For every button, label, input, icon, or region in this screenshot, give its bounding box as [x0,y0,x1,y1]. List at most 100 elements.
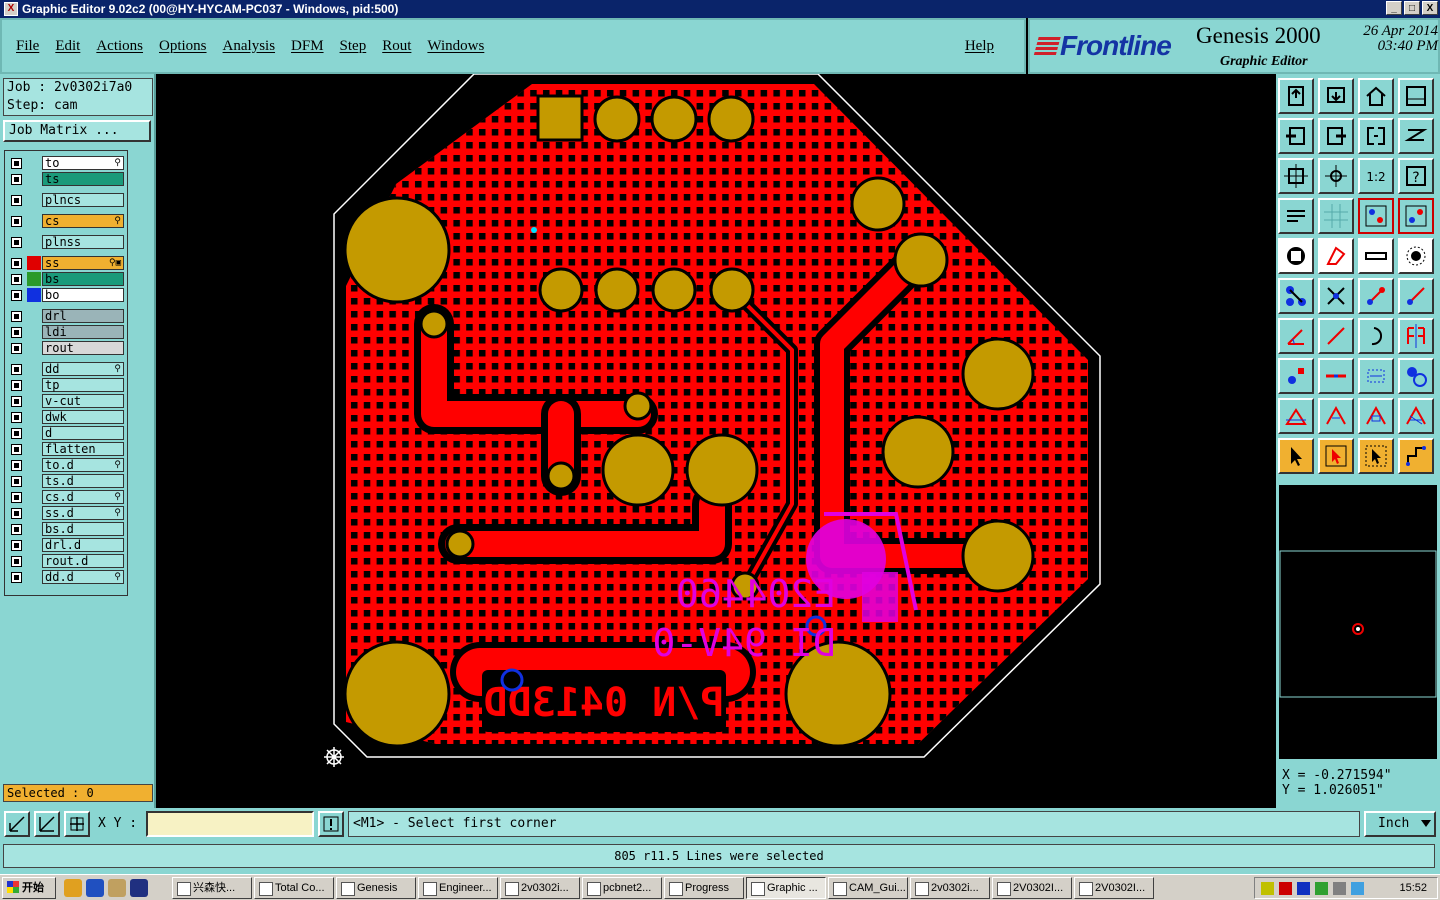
layer-checkbox[interactable] [11,507,22,519]
layer-checkbox[interactable] [11,539,22,551]
measure-tool-button[interactable] [1358,358,1394,394]
objects-tool-button[interactable] [1398,358,1434,394]
snap2-tool-button[interactable] [1398,198,1434,234]
tray-x-icon[interactable] [1279,882,1292,895]
minus-tool-button[interactable] [1318,358,1354,394]
layer-row[interactable]: dd.d ⚲ [5,570,129,584]
start-button[interactable]: 开始 [2,877,56,899]
tray-network-icon[interactable] [1315,882,1328,895]
snap-corner-button[interactable] [4,811,30,837]
layer-checkbox[interactable] [11,395,22,407]
layer-name[interactable]: rout.d [42,554,124,568]
layer-name[interactable]: plnss [42,235,124,249]
layer-row[interactable]: dd ⚲ [5,362,129,376]
layer-checkbox[interactable] [11,310,22,322]
clock-app-icon[interactable] [64,879,82,897]
menu-windows[interactable]: Windows [427,38,484,55]
layer-row[interactable]: v-cut [5,394,129,408]
menu-edit[interactable]: Edit [55,38,80,55]
layer-name[interactable]: bo [42,288,124,302]
pan-tool-button[interactable] [1318,158,1354,194]
layer-checkbox[interactable] [11,342,22,354]
layer-color-swatch[interactable] [27,256,41,270]
save-disk-icon[interactable] [130,879,148,897]
taskbar-task[interactable]: Progress [664,877,744,899]
snap-tool-button[interactable] [1358,198,1394,234]
layer-color-swatch[interactable] [27,288,41,302]
pointer-sel-tool-button[interactable] [1358,438,1394,474]
unit-selector[interactable]: Inch [1364,811,1436,837]
layer-name[interactable]: ts.d [42,474,124,488]
triangle3-tool-button[interactable] [1358,398,1394,434]
scale-1-2-tool-button[interactable]: 1:2 [1358,158,1394,194]
layer-row[interactable]: to.d ⚲ [5,458,129,472]
layer-name[interactable]: drl.d [42,538,124,552]
layer-name[interactable]: dd.d ⚲ [42,570,124,584]
menu-step[interactable]: Step [340,38,367,55]
layer-name[interactable]: cs ⚲ [42,214,124,228]
open-tool-button[interactable] [1278,78,1314,114]
maximize-button[interactable]: □ [1404,1,1420,15]
grid-tool-button[interactable] [1318,198,1354,234]
layer-row[interactable]: plncs [5,193,129,207]
layer-checkbox[interactable] [11,236,22,248]
settings-tool-button[interactable] [1278,198,1314,234]
layer-checkbox[interactable] [11,173,22,185]
layer-name[interactable]: d [42,426,124,440]
angle-tool-button[interactable] [1278,318,1314,354]
layer-row[interactable]: ts [5,172,129,186]
taskbar-task[interactable]: Total Co... [254,877,334,899]
split-tool-button[interactable] [1398,318,1434,354]
layer-row[interactable]: ts.d [5,474,129,488]
s-curve-tool-button[interactable] [1398,118,1434,154]
mirror-tool-button[interactable] [1358,118,1394,154]
layer-name[interactable]: bs.d [42,522,124,536]
layer-row[interactable]: dwk [5,410,129,424]
layer-color-swatch[interactable] [27,272,41,286]
taskbar-task[interactable]: Graphic ... [746,877,826,899]
layer-name[interactable]: cs.d ⚲ [42,490,124,504]
triangle-tool-button[interactable] [1278,398,1314,434]
layer-checkbox[interactable] [11,443,22,455]
overview-map[interactable] [1278,484,1438,760]
layer-name[interactable]: bs [42,272,124,286]
menu-dfm[interactable]: DFM [291,38,324,55]
layer-checkbox[interactable] [11,491,22,503]
layer-checkbox[interactable] [11,326,22,338]
line-red-tool-button[interactable] [1398,278,1434,314]
layer-row[interactable]: bs.d [5,522,129,536]
layer-checkbox[interactable] [11,459,22,471]
taskbar-task[interactable]: pcbnet2... [582,877,662,899]
layer-checkbox[interactable] [11,571,22,583]
layer-row[interactable]: cs ⚲ [5,214,129,228]
taskbar-task[interactable]: CAM_Gui... [828,877,908,899]
layer-name[interactable]: to.d ⚲ [42,458,124,472]
layer-name[interactable]: ldi [42,325,124,339]
triangle4-tool-button[interactable] [1398,398,1434,434]
layer-row[interactable]: rout.d [5,554,129,568]
menu-rout[interactable]: Rout [382,38,411,55]
layer-checkbox[interactable] [11,523,22,535]
menu-analysis[interactable]: Analysis [223,38,276,55]
taskbar-task[interactable]: 2v0302i... [500,877,580,899]
minimize-button[interactable]: _ [1386,1,1402,15]
layer-name[interactable]: to ⚲ [42,156,124,170]
nodes-tool-button[interactable] [1278,278,1314,314]
layer-name[interactable]: plncs [42,193,124,207]
pad-tool-button[interactable] [1278,238,1314,274]
layer-checkbox[interactable] [11,157,22,169]
dotted-circle-tool-button[interactable] [1398,238,1434,274]
layer-checkbox[interactable] [11,257,22,269]
layer-name[interactable]: dwk [42,410,124,424]
info-button[interactable] [318,811,344,837]
menu-help[interactable]: Help [965,38,994,55]
layer-checkbox[interactable] [11,411,22,423]
layer-row[interactable]: plnss [5,235,129,249]
layer-row[interactable]: d [5,426,129,440]
fit-right-tool-button[interactable] [1318,118,1354,154]
layer-checkbox[interactable] [11,194,22,206]
layer-name[interactable]: ss.d ⚲ [42,506,124,520]
tray-input-icon[interactable] [1297,882,1310,895]
diagonal-tool-button[interactable] [1318,318,1354,354]
layer-name[interactable]: ss ⚲▣ [42,256,124,270]
